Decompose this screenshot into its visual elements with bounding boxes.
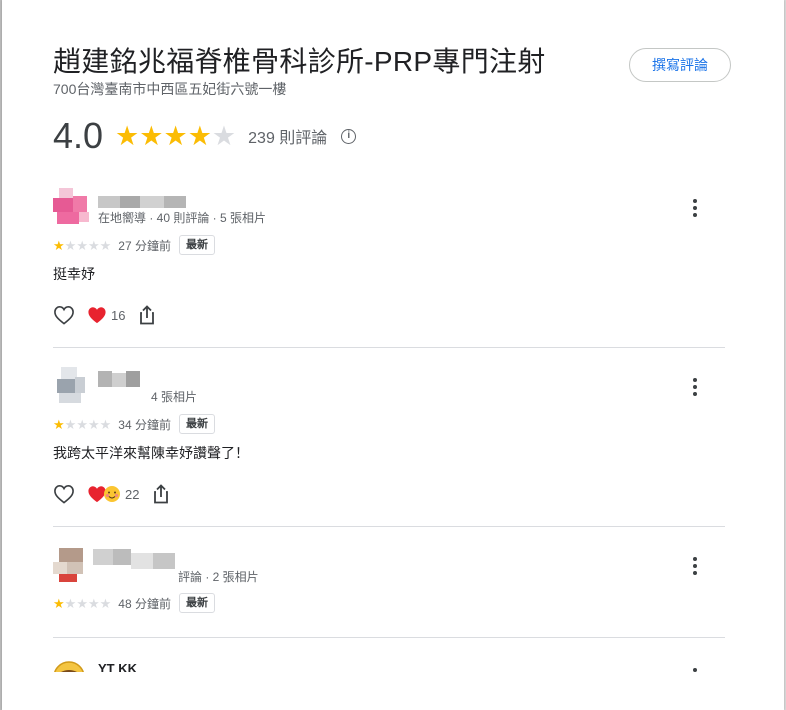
avatar[interactable] xyxy=(53,548,91,586)
more-options-icon[interactable] xyxy=(687,556,703,578)
share-button[interactable] xyxy=(153,484,169,504)
review-text: 我跨太平洋來幫陳幸妤讚聲了！ xyxy=(53,445,249,461)
write-review-button[interactable]: 撰寫評論 xyxy=(629,48,731,82)
review-divider xyxy=(53,637,725,638)
star-icon: ★ xyxy=(187,120,212,151)
info-icon[interactable]: i xyxy=(341,128,357,144)
star-icon: ★ xyxy=(53,416,65,432)
reviews-panel: 趙建銘兆福脊椎骨科診所-PRP專門注射 700台灣臺南市中西區五妃街六號一樓 撰… xyxy=(2,0,784,710)
reactions[interactable]: 16 xyxy=(87,306,125,324)
reviewer-meta: 評論 · 2 張相片 xyxy=(178,570,259,584)
reviewer-meta: 4 張相片 xyxy=(151,390,198,404)
review-card: YT KK xyxy=(53,658,725,672)
star-icon: ★ xyxy=(64,237,77,253)
star-icon: ★ xyxy=(87,416,100,432)
review-card: 在地嚮導 · 40 則評論 · 5 張相片 ★★★★★ 27 分鐘前 最新 挺幸… xyxy=(53,185,725,348)
reactions[interactable]: 22 xyxy=(87,485,139,503)
red-heart-icon xyxy=(88,307,106,324)
heart-outline-icon xyxy=(54,305,74,325)
star-icon: ★ xyxy=(64,416,77,432)
place-title: 趙建銘兆福脊椎骨科診所-PRP專門注射 xyxy=(53,46,546,77)
review-divider xyxy=(53,347,725,348)
average-rating: 4.0 xyxy=(53,115,104,156)
review-rating-row: ★★★★★ 48 分鐘前 最新 xyxy=(53,593,215,613)
review-actions: 22 xyxy=(53,482,169,506)
star-icon: ★ xyxy=(115,120,140,151)
more-options-icon[interactable] xyxy=(687,377,703,399)
reaction-count: 16 xyxy=(111,307,126,323)
star-icon: ★ xyxy=(53,237,65,253)
review-card: 4 張相片 ★★★★★ 34 分鐘前 最新 我跨太平洋來幫陳幸妤讚聲了！ 22 xyxy=(53,364,725,527)
avatar[interactable] xyxy=(53,661,91,672)
heart-outline-icon xyxy=(54,484,74,504)
star-icon: ★ xyxy=(87,595,100,611)
blushing-face-icon xyxy=(104,486,120,502)
review-text: 挺幸妤 xyxy=(53,266,95,282)
star-icon: ★ xyxy=(99,237,112,253)
newest-badge: 最新 xyxy=(178,235,215,255)
more-options-icon[interactable] xyxy=(687,198,703,220)
like-button[interactable] xyxy=(53,484,75,504)
avatar[interactable] xyxy=(53,188,91,226)
like-button[interactable] xyxy=(53,305,75,325)
star-icon: ★ xyxy=(53,595,65,611)
star-icon: ★ xyxy=(87,237,100,253)
review-stars: ★★★★★ xyxy=(53,597,111,610)
star-icon: ★ xyxy=(64,595,77,611)
star-icon: ★ xyxy=(76,416,88,432)
avatar-emoji-icon xyxy=(54,661,84,672)
review-stars: ★★★★★ xyxy=(53,239,111,252)
star-icon: ★ xyxy=(76,595,88,611)
newest-badge: 最新 xyxy=(178,593,215,613)
star-icon: ★ xyxy=(99,595,112,611)
review-divider xyxy=(53,526,725,527)
star-icon: ★ xyxy=(76,237,88,253)
star-icon: ★ xyxy=(211,120,237,151)
review-time: 48 分鐘前 xyxy=(118,596,171,611)
reaction-count: 22 xyxy=(125,486,140,502)
reviewer-meta: 在地嚮導 · 40 則評論 · 5 張相片 xyxy=(98,211,267,225)
star-icon: ★ xyxy=(139,120,164,151)
share-icon xyxy=(140,305,155,325)
review-rating-row: ★★★★★ 34 分鐘前 最新 xyxy=(53,414,215,434)
review-time: 34 分鐘前 xyxy=(118,417,171,432)
share-button[interactable] xyxy=(139,305,155,325)
reviewer-name[interactable]: YT KK xyxy=(98,661,137,672)
review-card: 評論 · 2 張相片 ★★★★★ 48 分鐘前 最新 xyxy=(53,543,725,639)
review-time: 27 分鐘前 xyxy=(118,238,171,253)
avatar[interactable] xyxy=(53,367,91,405)
review-actions: 16 xyxy=(53,303,155,327)
rating-summary: 4.0 ★★★★★ 239 則評論 i xyxy=(53,112,357,160)
average-stars: ★★★★★ xyxy=(115,120,237,151)
review-count: 239 則評論 xyxy=(248,130,328,147)
review-stars: ★★★★★ xyxy=(53,418,111,431)
review-rating-row: ★★★★★ 27 分鐘前 最新 xyxy=(53,235,215,255)
panel-footer xyxy=(2,672,784,710)
newest-badge: 最新 xyxy=(178,414,215,434)
star-icon: ★ xyxy=(163,120,188,151)
star-icon: ★ xyxy=(99,416,112,432)
share-icon xyxy=(154,484,169,504)
place-address: 700台灣臺南市中西區五妃街六號一樓 xyxy=(53,81,287,97)
